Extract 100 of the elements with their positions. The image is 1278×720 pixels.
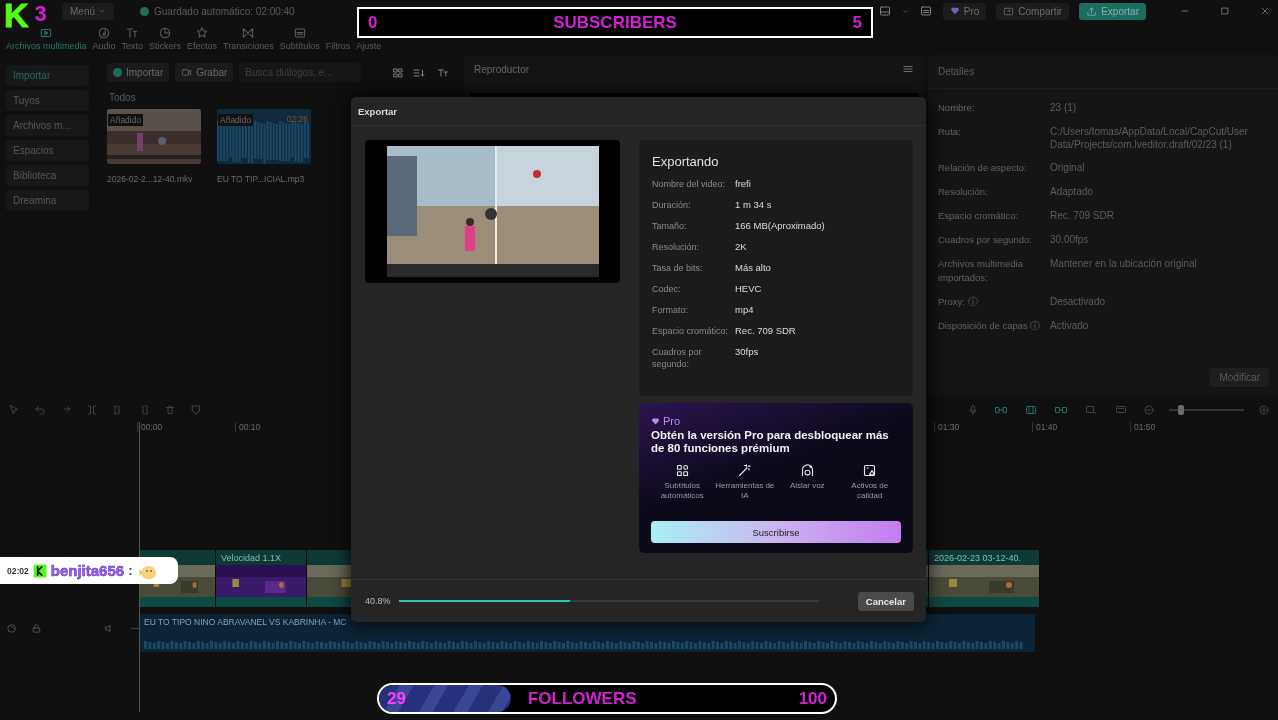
record-button[interactable]: Grabar — [175, 63, 234, 82]
logo-letter: K — [4, 0, 29, 33]
subtitles-icon — [292, 26, 307, 40]
goal-current: 29 — [387, 688, 406, 709]
video-clip[interactable]: 2026-02-23 03-12-40. — [929, 550, 1040, 607]
tool-tab[interactable]: Audio — [89, 41, 119, 55]
sticker-icon — [158, 26, 173, 40]
image-icon — [862, 463, 878, 478]
added-badge: Añadido — [108, 114, 144, 126]
detail-label: Proxy: ⓘ — [938, 295, 979, 309]
menu-button[interactable]: Menú — [62, 2, 114, 20]
microphone-icon — [967, 404, 979, 416]
subscribe-button[interactable]: Suscribirse — [651, 521, 901, 543]
info-value: frefi — [735, 178, 752, 190]
feature-label: Subtítulos automáticos — [659, 481, 705, 501]
grid-icon — [674, 463, 690, 478]
detail-label: Resolución: — [938, 185, 989, 199]
split-icon — [86, 404, 98, 416]
waveform-drawing[interactable] — [217, 109, 311, 164]
pro-label: Pro — [663, 415, 681, 427]
info-label: Tasa de bits: — [652, 262, 704, 274]
zoom-slider[interactable] — [1169, 405, 1244, 415]
delete-icon — [164, 404, 176, 416]
diamond-icon — [651, 416, 660, 426]
info-value: 166 MB(Aproximado) — [735, 220, 826, 232]
info-label: Formato: — [652, 304, 689, 316]
info-label: Duración: — [652, 199, 692, 211]
modify-button[interactable]: Modificar — [1210, 368, 1269, 387]
detail-value: Mantener en la ubicación original — [1050, 257, 1198, 271]
pro-headline: Obtén la versión Pro para desbloquear más de 80 funciones prémium — [651, 429, 890, 455]
detail-label: Relación de aspecto: — [938, 161, 1028, 175]
tool-tab[interactable]: Transiciones — [220, 41, 277, 55]
time-tick: 01:40 — [1032, 422, 1130, 432]
pro-button[interactable]: Pro — [942, 2, 987, 20]
tool-tab[interactable]: Archivos multimedia — [3, 41, 90, 55]
sidebar-item[interactable]: Biblioteca — [6, 165, 89, 186]
detail-label: Ruta: — [938, 125, 962, 139]
info-value: 2K — [735, 241, 748, 253]
chat-username: benjita656 — [50, 562, 125, 579]
layout-icon — [877, 5, 892, 17]
detail-label: Archivos multimedia importados: — [938, 257, 1024, 285]
sidebar-item[interactable]: Importar — [6, 65, 89, 86]
badge-icon — [32, 563, 47, 578]
share-button[interactable]: Compartir — [996, 2, 1070, 20]
detail-value: Original — [1050, 161, 1086, 175]
import-button[interactable]: Importar — [107, 63, 170, 82]
info-label: Cuadros por segundo: — [652, 346, 703, 370]
tool-tab[interactable]: Texto — [118, 41, 147, 55]
audio-icon — [97, 26, 112, 40]
info-label: Nombre del video: — [652, 178, 727, 190]
cancel-button[interactable]: Cancelar — [857, 591, 914, 611]
close-icon — [1260, 6, 1270, 16]
maximize-icon — [1220, 6, 1230, 16]
saved-status-icon — [140, 6, 149, 16]
file-name: EU TO TIP...ICIAL.mp3 — [217, 174, 306, 184]
undo-icon — [34, 404, 46, 416]
lock-icon — [31, 623, 42, 634]
transitions-icon — [241, 26, 256, 40]
media-icon — [39, 26, 54, 40]
info-value: 30fps — [735, 346, 760, 359]
detail-label: Nombre: — [938, 101, 976, 115]
detail-label: Espacio cromático: — [938, 209, 1020, 223]
menu-icon — [902, 63, 914, 75]
detail-value: 23 (1) — [1050, 101, 1078, 115]
diamond-icon — [949, 6, 960, 16]
goal-target: 5 — [852, 12, 862, 33]
info-value: mp4 — [735, 304, 755, 316]
file-name: 2026-02-2...12-40.mkv — [107, 174, 194, 184]
time-tick: 01:50 — [1130, 422, 1228, 432]
text-icon — [125, 26, 140, 40]
tool-tab[interactable]: Ajuste — [353, 41, 385, 55]
captions-icon — [1113, 404, 1129, 416]
tool-tab[interactable]: Subtítulos — [276, 41, 323, 55]
zoom-in-icon — [1258, 404, 1270, 416]
goal-label: FOLLOWERS — [527, 688, 637, 709]
caret-icon — [901, 7, 909, 15]
magic-wand-icon — [737, 463, 753, 478]
voice-icon — [799, 463, 815, 478]
tool-tab[interactable]: Filtros — [322, 41, 354, 55]
share-icon — [1003, 5, 1015, 17]
info-value: Más alto — [735, 262, 772, 274]
goal-current: 0 — [368, 12, 378, 33]
caret-icon — [98, 7, 106, 15]
export-button[interactable]: Exportar — [1079, 2, 1146, 20]
feature-label: Aislar voz — [789, 481, 825, 491]
info-value: HEVC — [735, 283, 763, 295]
logo-number: 3 — [34, 1, 47, 27]
panel-title: Reproductor — [474, 63, 530, 75]
sidebar-item[interactable]: Espacios — [6, 140, 89, 161]
tool-tab[interactable]: Stickers — [146, 41, 185, 55]
camera-icon — [181, 67, 193, 78]
tool-tab[interactable]: Efectos — [184, 41, 221, 55]
upload-icon — [1086, 5, 1098, 17]
sidebar-item[interactable]: Dreamina — [6, 190, 89, 211]
info-value: 1 m 34 s — [735, 199, 773, 211]
card-title: Exportando — [652, 154, 720, 169]
time-tick: 01:30 — [934, 422, 1032, 432]
subtitles-icon — [918, 5, 933, 17]
dialog-title: Exportar — [358, 105, 398, 117]
detail-value: Rec. 709 SDR — [1050, 209, 1115, 223]
